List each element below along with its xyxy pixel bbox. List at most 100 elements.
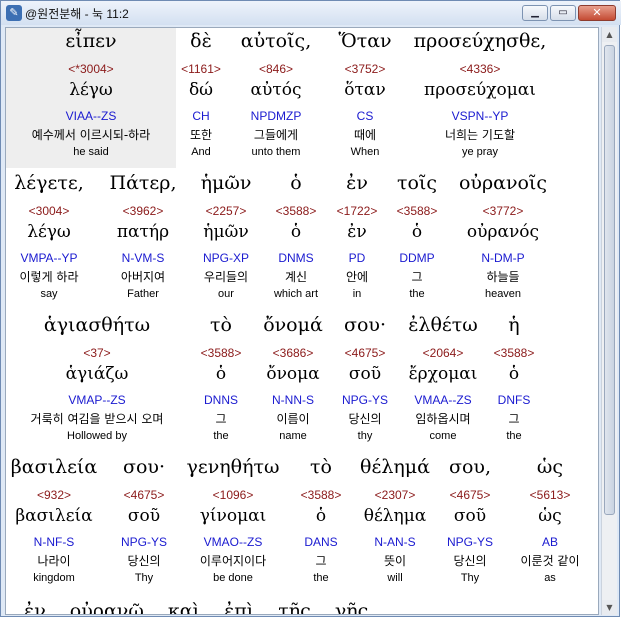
word-cell[interactable]: τὸ <3588> ὁ DANS 그 the [292, 454, 350, 594]
strong-number[interactable]: <2257> [192, 204, 260, 218]
strong-number[interactable]: <1722> [332, 204, 382, 218]
strong-number[interactable]: <846> [236, 62, 316, 76]
greek-word: ἐν [346, 172, 368, 194]
strong-number[interactable]: <1096> [182, 488, 284, 502]
word-cell[interactable]: θέλημά <2307> θέλημα N-AN-S 뜻이 will [356, 454, 434, 594]
strong-number[interactable]: <932> [6, 488, 102, 502]
korean-gloss: 이루어지이다 [199, 554, 267, 568]
scroll-thumb[interactable] [604, 45, 615, 515]
greek-word: Ὅταν [338, 30, 392, 52]
english-gloss: in [352, 288, 362, 300]
scroll-up-icon[interactable]: ▲ [602, 27, 617, 42]
maximize-icon: ▭ [558, 7, 568, 18]
korean-gloss: 계신 [284, 270, 308, 284]
greek-word: δὲ [190, 30, 212, 52]
english-gloss: he said [73, 146, 109, 158]
word-cell[interactable]: τοῖς <3588> ὁ DDMP 그 the [388, 170, 446, 310]
strong-number[interactable]: <3588> [388, 204, 446, 218]
word-cell[interactable]: βασιλεία <932> βασιλεία N-NF-S 나라이 kingd… [6, 454, 102, 594]
close-icon: ✕ [592, 6, 602, 19]
strong-number[interactable]: <3588> [266, 204, 326, 218]
word-cell[interactable]: εἶπεν <*3004> λέγω VIAA--ZS 예수께서 이르시되-하라… [6, 28, 176, 168]
scroll-down-icon[interactable]: ▼ [602, 600, 617, 615]
title-bar[interactable]: ✎ @원전분해 - 눅 11:2 ▁ ▭ ✕ [1, 1, 621, 25]
strong-number[interactable]: <3752> [324, 62, 406, 76]
word-cell[interactable]: Πάτερ, <3962> πατήρ N-VM-S 아버지여 Father [98, 170, 188, 310]
english-gloss: kingdom [33, 572, 75, 584]
word-cell[interactable]: ἐλθέτω <2064> ἔρχομαι VMAA--ZS 임하옵시며 com… [400, 312, 486, 452]
greek-word: προσεύχησθε, [413, 30, 547, 52]
parsing-code: DNMS [278, 251, 314, 265]
strong-number[interactable]: <4336> [408, 62, 552, 76]
strong-number[interactable]: <2307> [356, 488, 434, 502]
strong-number[interactable]: <3772> [450, 204, 556, 218]
greek-word: γῆς [334, 600, 369, 615]
strong-number[interactable]: <1161> [180, 62, 222, 76]
word-cell[interactable]: ὄνομά <3686> ὄνομα N-NN-S 이름이 name [256, 312, 330, 452]
strong-number[interactable]: <4675> [334, 346, 396, 360]
verse-row: λέγετε, <3004> λέγω VMPA--YP 이렇게 하라 say … [6, 170, 598, 310]
word-cell[interactable]: τὸ <3588> ὁ DNNS 그 the [192, 312, 250, 452]
word-cell[interactable]: ὡς <5613> ὡς AB 이룬것 같이 as [506, 454, 594, 594]
maximize-button[interactable]: ▭ [550, 5, 576, 21]
strong-number[interactable]: <3004> [6, 204, 92, 218]
parsing-code: CS [356, 109, 374, 123]
strong-number[interactable]: <4675> [438, 488, 502, 502]
greek-word: βασιλεία [10, 456, 98, 478]
word-cell[interactable]: ἡ <3588> ὁ DNFS 그 the [490, 312, 538, 452]
strong-number[interactable]: <3588> [192, 346, 250, 360]
word-cell[interactable]: ἁγιασθήτω <37> ἁγιάζω VMAP--ZS 거룩히 여김을 받… [6, 312, 188, 452]
lemma: θέλημα [363, 506, 427, 526]
english-gloss: our [218, 288, 234, 300]
app-icon[interactable]: ✎ [6, 5, 22, 21]
word-cell[interactable]: σου· <4675> σοῦ NPG-YS 당신의 thy [334, 312, 396, 452]
word-cell[interactable]: λέγετε, <3004> λέγω VMPA--YP 이렇게 하라 say [6, 170, 92, 310]
greek-word: σου, [449, 456, 491, 478]
strong-number[interactable]: <3588> [292, 488, 350, 502]
korean-gloss: 우리들의 [203, 270, 249, 284]
greek-word: τῆς [278, 600, 311, 615]
strong-number[interactable]: <3686> [256, 346, 330, 360]
parsing-code: VIAA--ZS [65, 109, 117, 123]
strong-number[interactable]: <2064> [400, 346, 486, 360]
parsing-code: N-AN-S [374, 535, 416, 549]
word-cell[interactable]: σου, <4675> σοῦ NPG-YS 당신의 Thy [438, 454, 502, 594]
vertical-scrollbar[interactable]: ▲ ▼ [601, 27, 617, 615]
word-cell[interactable]: Ὅταν <3752> ὅταν CS 때에 When [324, 28, 406, 168]
strong-number[interactable]: <3962> [98, 204, 188, 218]
lemma: αὐτός [250, 80, 302, 100]
parsing-code: NPDMZP [250, 109, 302, 123]
interlinear-panel[interactable]: εἶπεν <*3004> λέγω VIAA--ZS 예수께서 이르시되-하라… [5, 27, 599, 615]
word-cell[interactable]: ἐν <1722> ἐν PD 안에 in [332, 170, 382, 310]
korean-gloss: 당신의 [348, 412, 382, 426]
english-gloss: thy [357, 430, 373, 442]
word-cell[interactable]: ἡμῶν <2257> ἡμῶν NPG-XP 우리들의 our [192, 170, 260, 310]
word-cell[interactable]: οὐρανοῖς <3772> οὐρανός N-DM-P 하늘들 heave… [450, 170, 556, 310]
word-cell[interactable]: αὐτοῖς, <846> αὐτός NPDMZP 그들에게 unto the… [236, 28, 316, 168]
strong-number[interactable]: <*3004> [6, 62, 176, 76]
english-gloss: say [40, 288, 58, 300]
korean-gloss: 당신의 [453, 554, 487, 568]
korean-gloss: 또한 [189, 128, 213, 142]
english-gloss: will [387, 572, 403, 584]
strong-number[interactable]: <3588> [490, 346, 538, 360]
strong-number[interactable]: <5613> [506, 488, 594, 502]
word-cell[interactable]: προσεύχησθε, <4336> προσεύχομαι VSPN--YP… [408, 28, 552, 168]
word-cell[interactable]: σου· <4675> σοῦ NPG-YS 당신의 Thy [110, 454, 178, 594]
strong-number[interactable]: <37> [6, 346, 188, 360]
word-cell[interactable]: δὲ <1161> δώ CH 또한 And [180, 28, 222, 168]
word-cell[interactable]: ὁ <3588> ὁ DNMS 계신 which art [266, 170, 326, 310]
greek-word: ὄνομά [263, 314, 323, 336]
greek-word: ὁ [290, 172, 302, 194]
minimize-button[interactable]: ▁ [522, 5, 548, 21]
english-gloss: When [350, 146, 380, 158]
korean-gloss: 그들에게 [253, 128, 299, 142]
greek-word: εἶπεν [65, 30, 117, 52]
english-gloss: be done [213, 572, 253, 584]
strong-number[interactable]: <4675> [110, 488, 178, 502]
close-button[interactable]: ✕ [578, 5, 616, 21]
greek-word: ἐλθέτω [408, 314, 478, 336]
korean-gloss: 아버지여 [120, 270, 166, 284]
greek-word: οὐρανῷ [69, 600, 144, 615]
word-cell[interactable]: γενηθήτω <1096> γίνομαι VMAO--ZS 이루어지이다 … [182, 454, 284, 594]
